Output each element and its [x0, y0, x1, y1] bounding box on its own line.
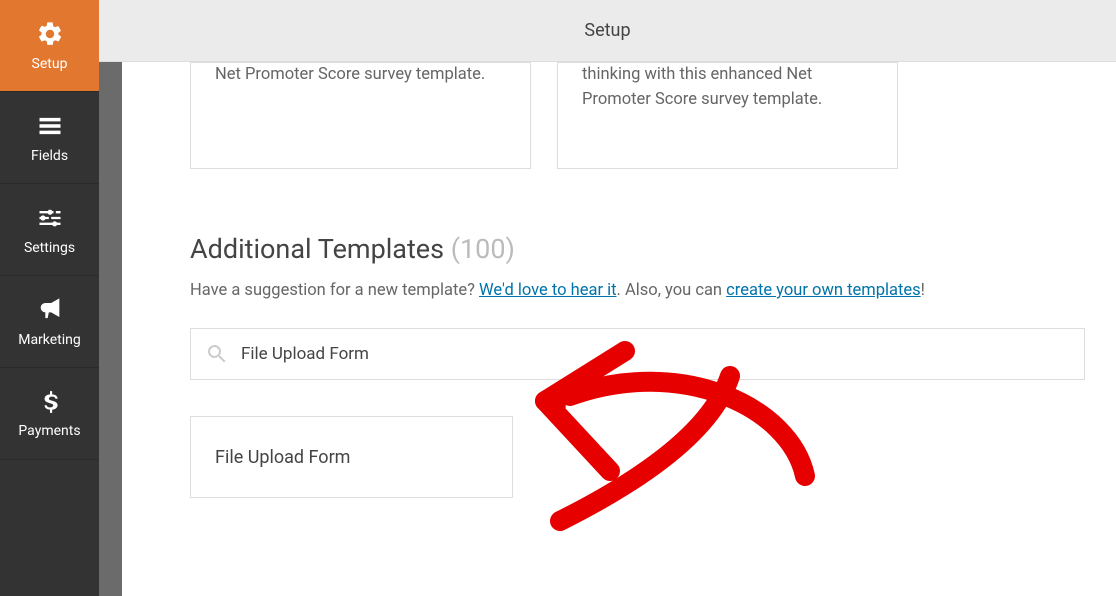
- sidebar: Setup Fields Settings Marketing Payments: [0, 0, 99, 596]
- template-card-nps[interactable]: Net Promoter Score survey template.: [190, 62, 531, 169]
- dollar-icon: [37, 389, 63, 415]
- sidebar-item-label: Settings: [24, 240, 75, 256]
- card-text: Net Promoter Score survey template.: [215, 63, 485, 88]
- create-own-templates-link[interactable]: create your own templates: [726, 281, 920, 300]
- search-input[interactable]: [241, 344, 1070, 364]
- sidebar-item-label: Marketing: [18, 332, 81, 348]
- content: Net Promoter Score survey template. thin…: [122, 62, 1116, 596]
- sidebar-item-fields[interactable]: Fields: [0, 92, 99, 184]
- list-icon: [36, 112, 64, 140]
- additional-templates-subtitle: Have a suggestion for a new template? We…: [190, 281, 1086, 300]
- sidebar-item-label: Payments: [18, 423, 80, 439]
- template-result-title: File Upload Form: [215, 447, 350, 468]
- page-title: Setup: [584, 20, 630, 41]
- topbar: Setup: [99, 0, 1116, 62]
- template-search[interactable]: [190, 328, 1085, 380]
- templates-count: (100): [451, 233, 515, 265]
- search-icon: [205, 342, 229, 366]
- sidebar-item-settings[interactable]: Settings: [0, 184, 99, 276]
- gear-icon: [36, 20, 64, 48]
- sidebar-item-payments[interactable]: Payments: [0, 368, 99, 460]
- template-cards-row: Net Promoter Score survey template. thin…: [190, 62, 1086, 169]
- content-outer: Net Promoter Score survey template. thin…: [99, 62, 1116, 596]
- bullhorn-icon: [36, 296, 64, 324]
- template-result-file-upload[interactable]: File Upload Form: [190, 416, 513, 498]
- sidebar-item-marketing[interactable]: Marketing: [0, 276, 99, 368]
- card-text: thinking with this enhanced Net Promoter…: [582, 63, 873, 113]
- sidebar-item-setup[interactable]: Setup: [0, 0, 99, 92]
- sidebar-item-label: Setup: [32, 56, 68, 72]
- suggest-template-link[interactable]: We'd love to hear it: [479, 281, 617, 300]
- sidebar-item-label: Fields: [31, 148, 68, 164]
- additional-templates-title: Additional Templates (100): [190, 233, 1086, 265]
- sliders-icon: [36, 204, 64, 232]
- template-card-nps-enhanced[interactable]: thinking with this enhanced Net Promoter…: [557, 62, 898, 169]
